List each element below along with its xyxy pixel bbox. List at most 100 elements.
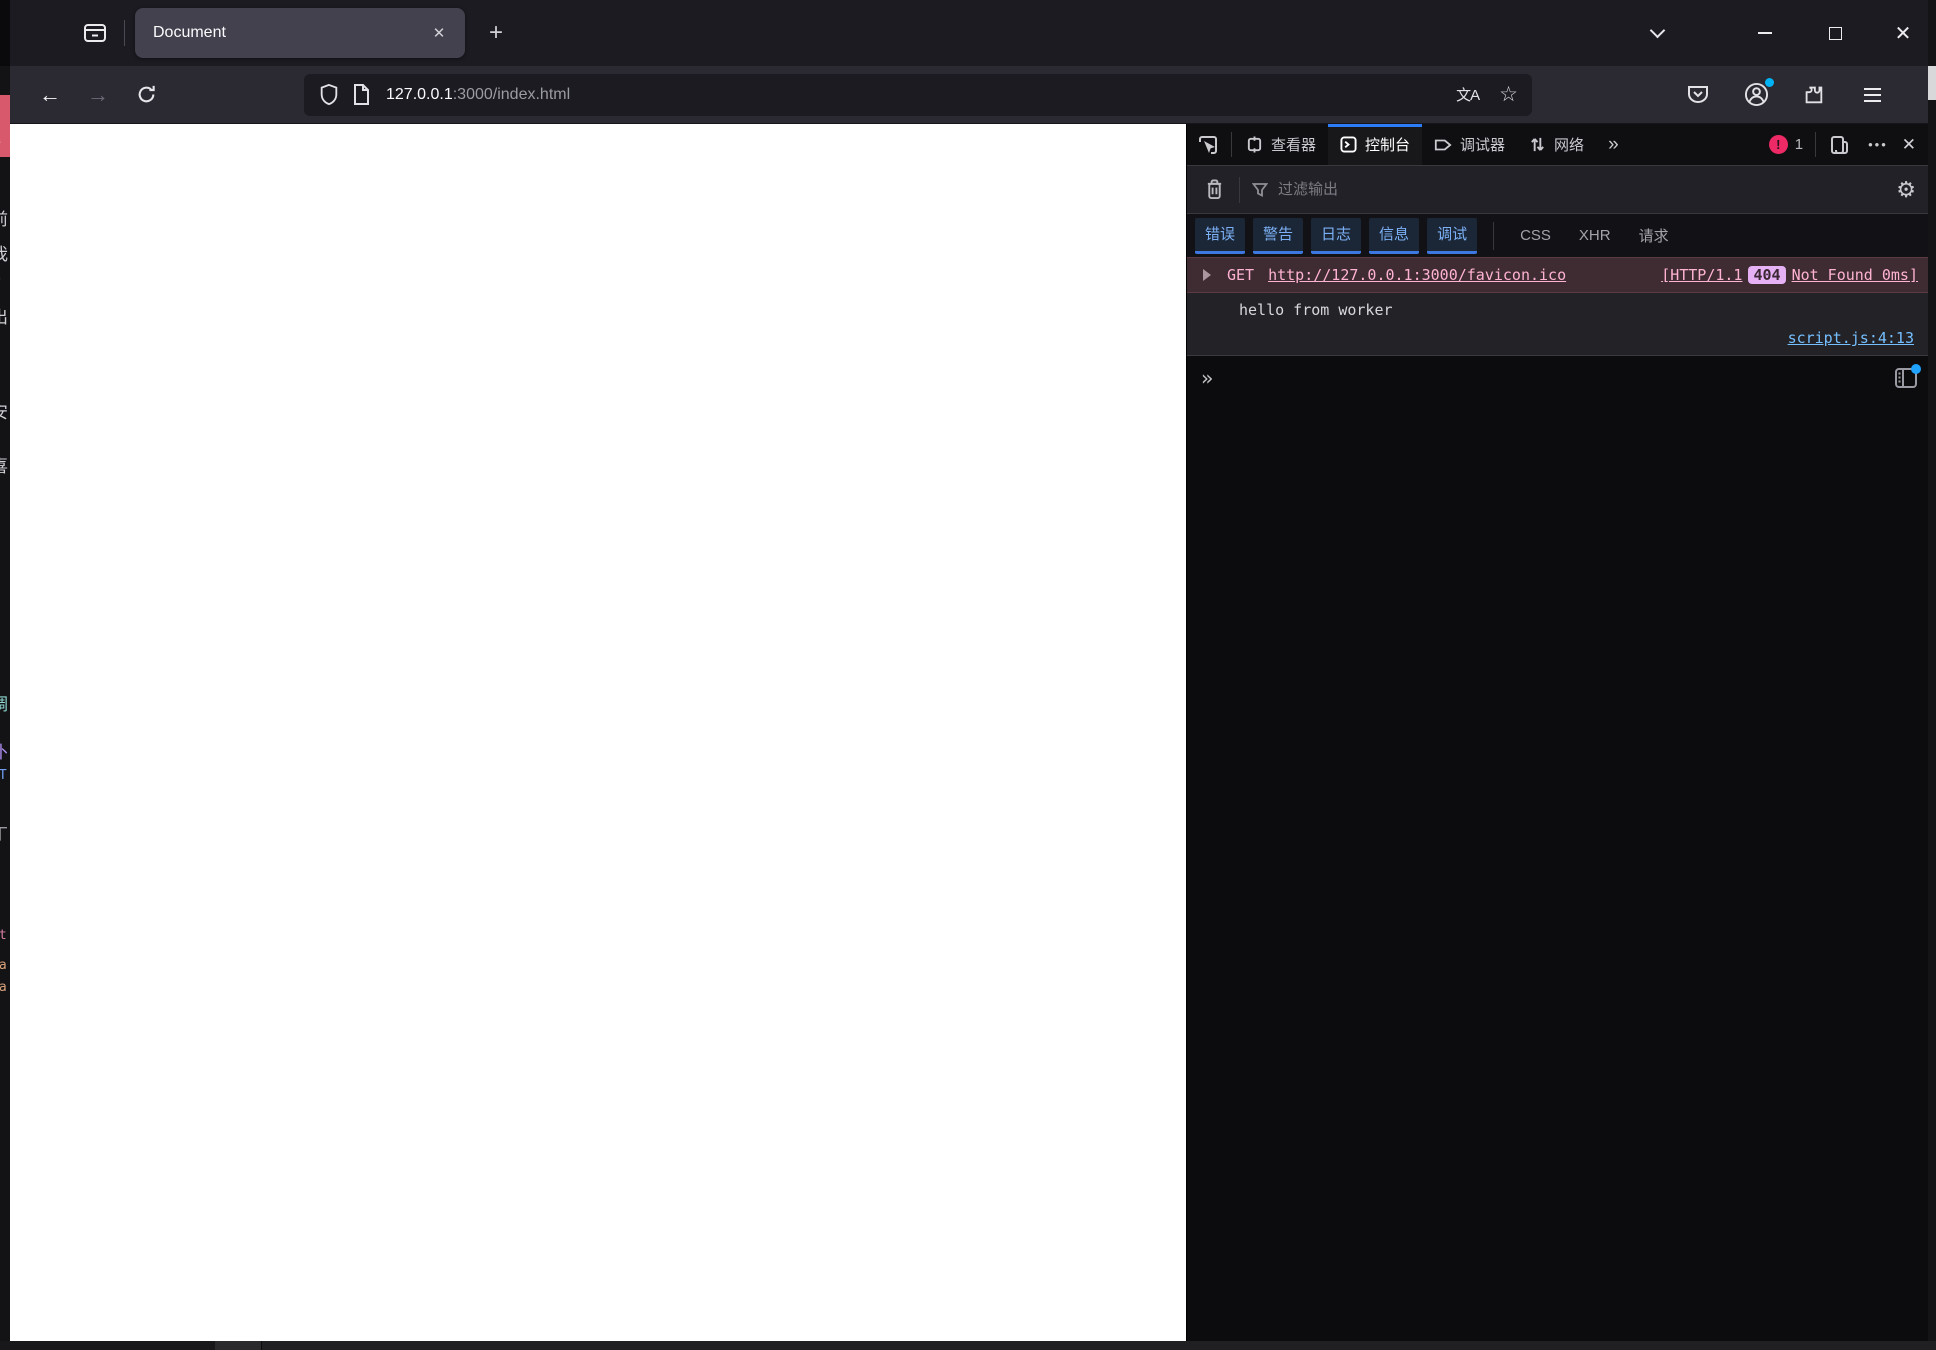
background-dark-block [0, 0, 10, 66]
request-url-link[interactable]: http://127.0.0.1:3000/favicon.ico [1268, 266, 1566, 284]
maximize-icon [1828, 26, 1842, 40]
clear-console-trash-icon[interactable] [1199, 179, 1229, 200]
devtools-tab-label: 控制台 [1365, 137, 1411, 154]
console-sidebar-toggle-icon[interactable] [1894, 364, 1921, 389]
background-text-fragment: 前 [0, 205, 10, 230]
page-info-icon[interactable] [352, 83, 370, 106]
pick-element-icon[interactable] [1187, 124, 1229, 165]
error-count-indicator[interactable]: ! 1 [1759, 124, 1813, 165]
reload-button[interactable] [128, 77, 164, 113]
filter-chip-requests[interactable]: 请求 [1629, 220, 1679, 251]
url-bar[interactable]: 127.0.0.1:3000/index.html 文A ☆ [304, 73, 1532, 116]
browser-tab[interactable]: Document ✕ [135, 8, 465, 58]
background-text-fragment: 安 [0, 398, 10, 423]
devtools-panel: 查看器 控制台 调试器 网络 » ! 1 ••• ✕ 过滤输出 ⚙ 错误 警告 … [1186, 124, 1928, 1341]
devtools-tab-network[interactable]: 网络 [1517, 124, 1596, 165]
url-host: 127.0.0.1 [386, 85, 453, 103]
tab-close-icon[interactable]: ✕ [427, 21, 451, 45]
sidebar-notification-dot [1911, 364, 1921, 374]
background-text-fragment: st [0, 928, 7, 943]
pocket-icon[interactable] [1682, 79, 1714, 111]
filter-chip-errors[interactable]: 错误 [1195, 217, 1246, 254]
toolbar-right-icons [1682, 77, 1888, 111]
filter-chip-warnings[interactable]: 警告 [1253, 217, 1304, 254]
background-text-fragment: 出 [0, 303, 10, 328]
background-window-right-sliver [1928, 0, 1936, 1350]
background-text-fragment: 调 [0, 690, 10, 715]
tabbar-divider [124, 20, 125, 46]
url-text: 127.0.0.1:3000/index.html [386, 86, 570, 104]
responsive-design-icon[interactable] [1818, 124, 1860, 165]
background-light-block [1928, 66, 1936, 100]
log-source-link[interactable]: script.js:4:13 [1788, 329, 1914, 347]
console-icon [1340, 136, 1357, 153]
devtools-close-icon[interactable]: ✕ [1896, 124, 1928, 165]
list-all-tabs-button[interactable] [1642, 18, 1672, 48]
new-tab-button[interactable]: + [479, 16, 513, 50]
expand-arrow-icon[interactable] [1203, 269, 1211, 281]
status-code-badge: 404 [1748, 266, 1786, 284]
account-icon[interactable] [1740, 77, 1774, 111]
window-maximize-button[interactable] [1820, 18, 1850, 48]
background-text-fragment: 喜 [0, 452, 10, 477]
background-bottom-segment [0, 1341, 215, 1350]
devtools-divider [1231, 132, 1232, 157]
background-text-fragment: ST [0, 768, 7, 783]
devtools-tab-label: 网络 [1554, 137, 1585, 154]
window-minimize-button[interactable] [1750, 18, 1780, 48]
error-count: 1 [1794, 136, 1804, 153]
back-button[interactable]: ← [32, 77, 68, 113]
console-settings-gear-icon[interactable]: ⚙ [1896, 177, 1916, 203]
background-bottom-edge [0, 1341, 1936, 1350]
error-badge-icon: ! [1768, 135, 1788, 154]
background-text-fragment: 讠 [0, 565, 10, 590]
console-toolbar: ⚙ [1187, 166, 1928, 214]
console-messages: GET http://127.0.0.1:3000/favicon.ico [H… [1187, 257, 1928, 356]
inspector-icon [1247, 136, 1262, 153]
filter-funnel-icon [1252, 182, 1268, 197]
firefox-view-icon[interactable] [80, 18, 110, 48]
console-filter-row: 错误 警告 日志 信息 调试 CSS XHR 请求 [1187, 214, 1928, 257]
shield-icon[interactable] [318, 83, 340, 107]
filter-chip-info[interactable]: 信息 [1369, 217, 1420, 254]
filter-output-input[interactable] [1278, 181, 1887, 198]
web-page-viewport[interactable] [10, 124, 1186, 1341]
content-area: 查看器 控制台 调试器 网络 » ! 1 ••• ✕ 过滤输出 ⚙ 错误 警告 … [10, 124, 1928, 1341]
background-text-fragment: 9 [0, 270, 10, 290]
network-icon [1531, 137, 1544, 152]
chevron-down-icon [1649, 22, 1665, 38]
background-text-fragment: 丁 [0, 820, 10, 845]
debugger-icon [1434, 139, 1452, 150]
devtools-tab-debugger[interactable]: 调试器 [1422, 124, 1517, 165]
devtools-tab-inspector[interactable]: 查看器 [1234, 124, 1328, 165]
translate-icon[interactable]: 文A [1456, 84, 1480, 105]
extensions-puzzle-icon[interactable] [1798, 79, 1830, 111]
console-input-row[interactable]: » [1187, 356, 1928, 400]
status-message: Not Found 0ms] [1791, 266, 1918, 284]
filter-chip-xhr[interactable]: XHR [1569, 222, 1621, 249]
response-status[interactable]: [HTTP/1.1 404 Not Found 0ms] [1661, 266, 1918, 284]
filter-chip-debug[interactable]: 调试 [1427, 217, 1478, 254]
console-empty-area[interactable] [1187, 400, 1928, 1341]
devtools-tab-label: 查看器 [1271, 137, 1317, 154]
bookmark-star-icon[interactable]: ☆ [1499, 82, 1518, 107]
window-close-button[interactable]: ✕ [1888, 18, 1918, 48]
devtools-tab-console[interactable]: 控制台 [1328, 124, 1423, 165]
devtools-options-icon[interactable]: ••• [1860, 124, 1896, 165]
menu-bars [1863, 87, 1881, 102]
navigation-toolbar: ← → 127.0.0.1:3000/index.html 文A ☆ [10, 66, 1928, 124]
log-message: hello from worker [1239, 301, 1393, 319]
filter-row-divider [1493, 221, 1495, 250]
more-tabs-chevron[interactable]: » [1596, 124, 1631, 165]
tab-bar: Document ✕ + ✕ [10, 0, 1928, 66]
devtools-tabbar: 查看器 控制台 调试器 网络 » ! 1 ••• ✕ [1187, 124, 1928, 166]
background-bottom-segment [215, 1341, 262, 1350]
filter-chip-logs[interactable]: 日志 [1311, 217, 1362, 254]
filter-chip-css[interactable]: CSS [1510, 222, 1561, 249]
background-text-fragment: ra [0, 958, 7, 973]
minimize-icon [1758, 32, 1772, 34]
forward-button[interactable]: → [80, 77, 116, 113]
status-protocol: [HTTP/1.1 [1661, 266, 1743, 284]
console-input-prompt: » [1201, 366, 1214, 390]
hamburger-menu-icon[interactable] [1856, 79, 1888, 111]
